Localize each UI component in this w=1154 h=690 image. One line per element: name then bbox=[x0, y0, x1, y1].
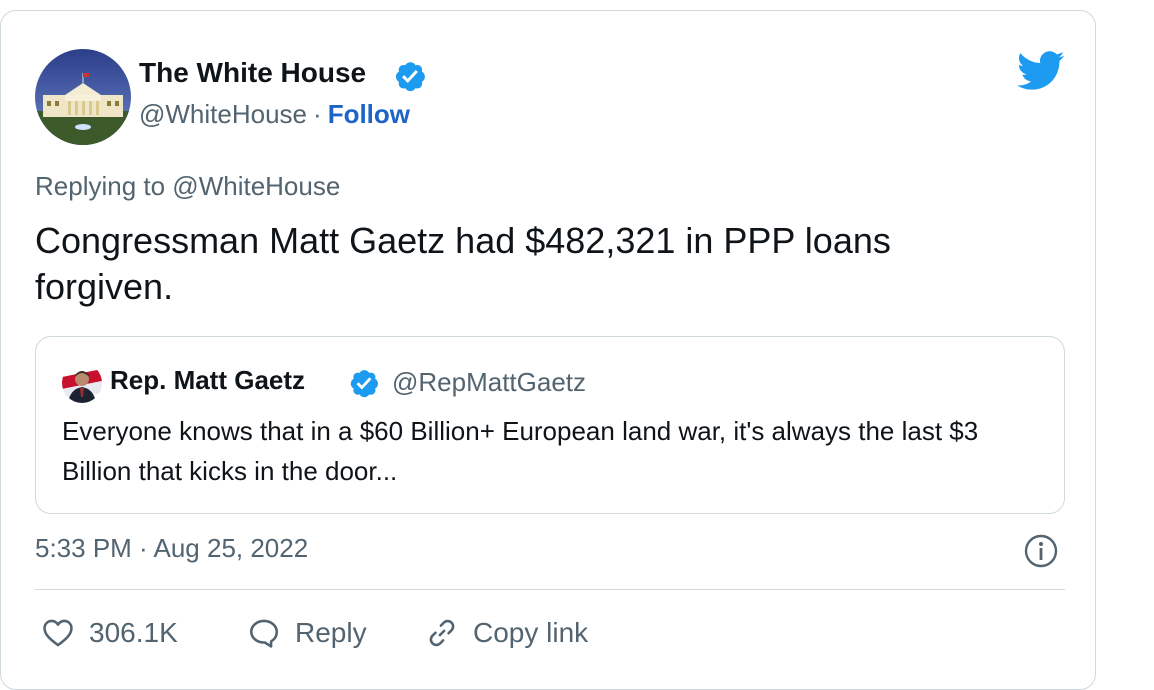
author-avatar[interactable] bbox=[35, 49, 131, 145]
tweet-card: The White House @WhiteHouse · Follow Reply… bbox=[0, 10, 1096, 690]
quoted-tweet[interactable]: Rep. Matt Gaetz @RepMattGaetz Everyone k… bbox=[35, 336, 1065, 514]
quoted-author-name[interactable]: Rep. Matt Gaetz bbox=[110, 365, 305, 396]
heart-icon bbox=[43, 619, 73, 647]
reply-label: Reply bbox=[295, 617, 367, 648]
copy-link-label: Copy link bbox=[473, 617, 589, 648]
tweet-text: Congressman Matt Gaetz had $482,321 in P… bbox=[35, 220, 891, 307]
reply-button[interactable]: Reply bbox=[247, 611, 367, 655]
author-name[interactable]: The White House bbox=[139, 57, 366, 89]
author-handle[interactable]: @WhiteHouse bbox=[139, 99, 307, 129]
replying-to-line: Replying to @WhiteHouse bbox=[35, 171, 341, 201]
like-count: 306.1K bbox=[89, 617, 178, 648]
quoted-author-handle[interactable]: @RepMattGaetz bbox=[392, 367, 586, 398]
like-button[interactable]: 306.1K bbox=[41, 611, 178, 655]
tweet-timestamp[interactable]: 5:33 PM · Aug 25, 2022 bbox=[35, 533, 308, 564]
link-icon bbox=[429, 619, 455, 647]
info-icon[interactable] bbox=[1023, 533, 1059, 569]
quoted-author-avatar[interactable] bbox=[62, 363, 102, 403]
author-handle-line: @WhiteHouse · Follow bbox=[139, 99, 410, 130]
handle-separator: · bbox=[313, 99, 322, 129]
quoted-tweet-text: Everyone knows that in a $60 Billion+ Eu… bbox=[62, 416, 979, 486]
divider bbox=[35, 589, 1065, 590]
verified-badge-icon bbox=[395, 62, 425, 92]
speech-bubble-icon bbox=[249, 619, 279, 648]
verified-badge-icon bbox=[350, 370, 378, 398]
follow-button[interactable]: Follow bbox=[328, 99, 410, 129]
twitter-bird-icon[interactable] bbox=[1017, 51, 1065, 91]
copy-link-button[interactable]: Copy link bbox=[425, 611, 588, 655]
